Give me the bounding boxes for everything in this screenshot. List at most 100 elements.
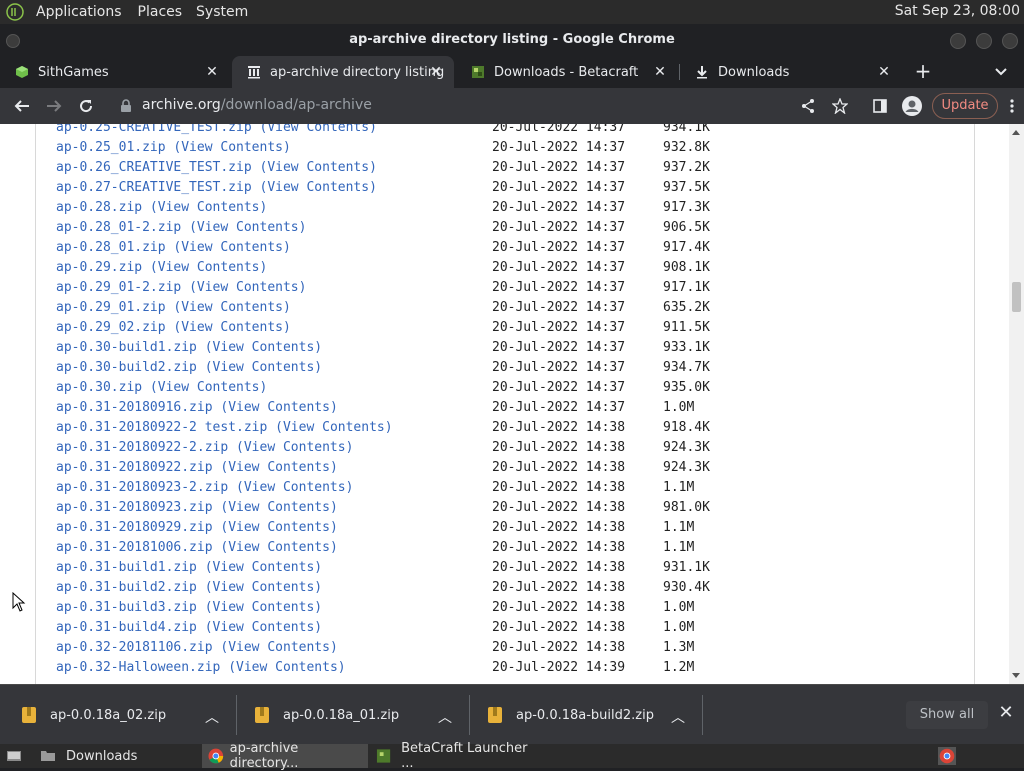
scrollbar-thumb[interactable] (1012, 282, 1021, 312)
file-link[interactable]: ap-0.31-20180929.zip (56, 520, 213, 535)
view-contents-link[interactable]: (View Contents) (260, 160, 377, 175)
file-link[interactable]: ap-0.31-build1.zip (56, 560, 197, 575)
file-link[interactable]: ap-0.29_01.zip (56, 300, 166, 315)
view-contents-link[interactable]: (View Contents) (220, 540, 337, 555)
minimize-button[interactable] (950, 33, 966, 49)
view-contents-link[interactable]: (View Contents) (205, 600, 322, 615)
tab-betacraft[interactable]: Downloads - Betacraft ✕ (456, 56, 678, 88)
view-contents-link[interactable]: (View Contents) (150, 260, 267, 275)
view-contents-link[interactable]: (View Contents) (173, 300, 290, 315)
lock-icon[interactable] (116, 96, 136, 116)
file-link[interactable]: ap-0.30.zip (56, 380, 142, 395)
profile-avatar-icon[interactable] (902, 96, 922, 116)
close-tab-icon[interactable]: ✕ (204, 64, 220, 80)
file-link[interactable]: ap-0.32-20181106.zip (56, 640, 213, 655)
view-contents-link[interactable]: (View Contents) (236, 480, 353, 495)
file-link[interactable]: ap-0.31-build3.zip (56, 600, 197, 615)
file-link[interactable]: ap-0.32-Halloween.zip (56, 660, 220, 675)
download-item[interactable]: ap-0.0.18a_02.zip ︿ (22, 685, 232, 745)
view-contents-link[interactable]: (View Contents) (205, 560, 322, 575)
close-window-button[interactable] (1002, 33, 1018, 49)
scroll-up-arrow-icon[interactable] (1012, 130, 1020, 135)
address-bar[interactable]: archive.org/download/ap-archive (142, 97, 372, 113)
view-contents-link[interactable]: (View Contents) (236, 440, 353, 455)
download-item[interactable]: ap-0.0.18a_01.zip ︿ (255, 685, 465, 745)
taskbar-item-chrome[interactable]: ap-archive directory... (202, 741, 368, 771)
new-tab-button[interactable]: + (912, 60, 934, 82)
chrome-menu-icon[interactable] (1002, 96, 1022, 116)
view-contents-link[interactable]: (View Contents) (228, 660, 345, 675)
tab-sithgames[interactable]: SithGames ✕ (0, 56, 230, 88)
file-link[interactable]: ap-0.31-build2.zip (56, 580, 197, 595)
tray-chrome-icon[interactable] (936, 744, 958, 768)
file-link[interactable]: ap-0.26_CREATIVE_TEST.zip (56, 160, 252, 175)
file-link[interactable]: ap-0.28_01-2.zip (56, 220, 181, 235)
view-contents-link[interactable]: (View Contents) (173, 240, 290, 255)
file-link[interactable]: ap-0.31-20181006.zip (56, 540, 213, 555)
tab-downloads[interactable]: Downloads ✕ (680, 56, 902, 88)
view-contents-link[interactable]: (View Contents) (205, 620, 322, 635)
file-link[interactable]: ap-0.29_02.zip (56, 320, 166, 335)
chevron-up-icon[interactable]: ︿ (670, 707, 686, 726)
view-contents-link[interactable]: (View Contents) (220, 500, 337, 515)
view-contents-link[interactable]: (View Contents) (205, 340, 322, 355)
clock[interactable]: Sat Sep 23, 08:00 (895, 3, 1020, 19)
file-link[interactable]: ap-0.31-20180923.zip (56, 500, 213, 515)
view-contents-link[interactable]: (View Contents) (173, 320, 290, 335)
applications-menu[interactable]: Applications (36, 4, 122, 20)
view-contents-link[interactable]: (View Contents) (220, 460, 337, 475)
tab-search-icon[interactable] (992, 62, 1010, 80)
file-link[interactable]: ap-0.29.zip (56, 260, 142, 275)
show-all-downloads-button[interactable]: Show all (906, 701, 988, 729)
close-tab-icon[interactable]: ✕ (876, 64, 892, 80)
view-contents-link[interactable]: (View Contents) (173, 140, 290, 155)
view-contents-link[interactable]: (View Contents) (150, 380, 267, 395)
window-titlebar[interactable]: ap-archive directory listing - Google Ch… (0, 24, 1024, 56)
file-link[interactable]: ap-0.28_01.zip (56, 240, 166, 255)
file-link[interactable]: ap-0.31-20180923-2.zip (56, 480, 228, 495)
view-contents-link[interactable]: (View Contents) (220, 400, 337, 415)
file-link[interactable]: ap-0.31-build4.zip (56, 620, 197, 635)
reload-button[interactable] (76, 96, 96, 116)
tab-ap-archive[interactable]: ap-archive directory listing ✕ (232, 56, 454, 88)
system-menu[interactable]: System (196, 4, 248, 20)
file-link[interactable]: ap-0.31-20180922-2.zip (56, 440, 228, 455)
view-contents-link[interactable]: (View Contents) (260, 124, 377, 135)
file-link[interactable]: ap-0.29_01-2.zip (56, 280, 181, 295)
close-tab-icon[interactable]: ✕ (652, 64, 668, 80)
scroll-down-arrow-icon[interactable] (1012, 673, 1020, 678)
close-downloads-bar-icon[interactable]: ✕ (996, 703, 1016, 723)
show-desktop-icon[interactable] (0, 744, 34, 768)
share-icon[interactable] (798, 96, 818, 116)
file-link[interactable]: ap-0.30-build2.zip (56, 360, 197, 375)
view-contents-link[interactable]: (View Contents) (220, 520, 337, 535)
view-contents-link[interactable]: (View Contents) (260, 180, 377, 195)
page-content[interactable]: ap-0.25-CREATIVE_TEST.zip (View Contents… (0, 124, 1024, 684)
download-item[interactable]: ap-0.0.18a-build2.zip ︿ (488, 685, 698, 745)
bookmark-star-icon[interactable] (830, 96, 850, 116)
taskbar-item-downloads[interactable]: Downloads (34, 744, 200, 768)
forward-button[interactable] (44, 96, 64, 116)
file-link[interactable]: ap-0.31-20180922-2 test.zip (56, 420, 267, 435)
view-contents-link[interactable]: (View Contents) (189, 220, 306, 235)
maximize-button[interactable] (976, 33, 992, 49)
file-link[interactable]: ap-0.31-20180922.zip (56, 460, 213, 475)
file-link[interactable]: ap-0.27-CREATIVE_TEST.zip (56, 180, 252, 195)
view-contents-link[interactable]: (View Contents) (220, 640, 337, 655)
chevron-up-icon[interactable]: ︿ (204, 707, 220, 726)
view-contents-link[interactable]: (View Contents) (189, 280, 306, 295)
distro-logo-icon[interactable] (4, 1, 26, 23)
file-link[interactable]: ap-0.25_01.zip (56, 140, 166, 155)
file-link[interactable]: ap-0.25-CREATIVE_TEST.zip (56, 124, 252, 135)
close-tab-icon[interactable]: ✕ (428, 64, 444, 80)
view-contents-link[interactable]: (View Contents) (275, 420, 392, 435)
file-link[interactable]: ap-0.31-20180916.zip (56, 400, 213, 415)
page-scrollbar[interactable] (1009, 124, 1024, 684)
view-contents-link[interactable]: (View Contents) (205, 580, 322, 595)
file-link[interactable]: ap-0.28.zip (56, 200, 142, 215)
view-contents-link[interactable]: (View Contents) (205, 360, 322, 375)
places-menu[interactable]: Places (138, 4, 183, 20)
update-button[interactable]: Update (932, 93, 998, 119)
chevron-up-icon[interactable]: ︿ (437, 707, 453, 726)
taskbar-item-betacraft[interactable]: BetaCraft Launcher ... (370, 741, 536, 771)
